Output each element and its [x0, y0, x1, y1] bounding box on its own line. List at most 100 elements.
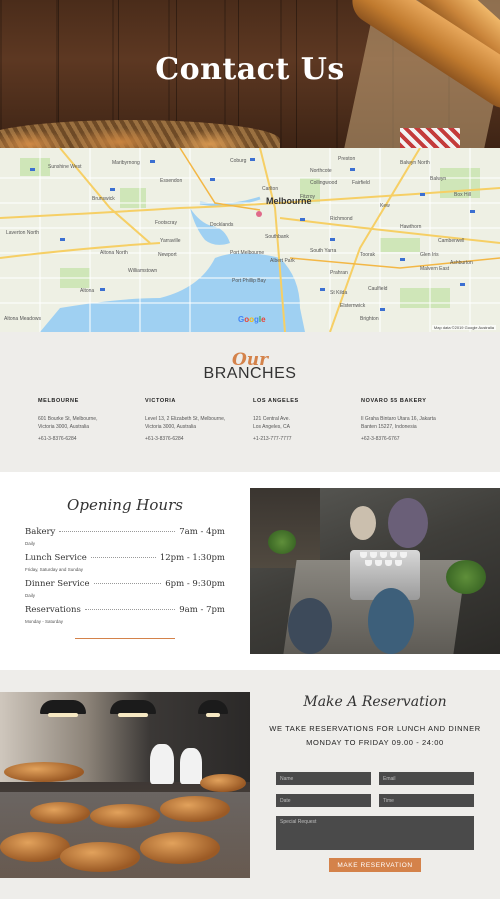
map-label: Richmond — [330, 216, 353, 222]
map-label: Yarraville — [160, 238, 181, 244]
map-label: Docklands — [210, 222, 234, 228]
map-label: Balwyn — [430, 176, 447, 182]
cup — [365, 560, 372, 566]
map-label: Glen Iris — [420, 252, 439, 258]
branch-address: Il Graha Bintaro Utara 16, Jakarta Banten… — [361, 416, 436, 430]
hours-row: Bakery 7am - 4pm Daily — [25, 527, 225, 546]
pendant-lamp — [110, 700, 156, 717]
name-input[interactable] — [276, 772, 371, 785]
plant — [446, 560, 486, 594]
branch-phone[interactable]: +62-3-8376-6767 — [361, 436, 400, 442]
date-input[interactable] — [276, 794, 371, 807]
email-input[interactable] — [379, 772, 474, 785]
hours-row: Lunch Service 12pm - 1:30pm Friday, Satur… — [25, 553, 225, 572]
map-label: Williamstown — [128, 268, 158, 274]
map-label: Laverton North — [6, 230, 40, 236]
branch-address: 601 Bourke St, Melbourne, Victoria 3000, … — [38, 416, 98, 430]
customer — [368, 588, 414, 654]
map-label: Altona North — [100, 250, 128, 256]
branch-los-angeles: LOS ANGELES 121 Central Ave. Los Angeles,… — [253, 398, 363, 442]
map-label: Northcote — [310, 168, 332, 174]
special-request-input[interactable] — [276, 816, 474, 850]
map-label: Caulfield — [368, 286, 388, 292]
hours-note: Daily — [25, 593, 36, 598]
barista — [350, 506, 376, 540]
map-label: Toorak — [360, 252, 376, 258]
cup — [380, 552, 387, 558]
map-label: Port Phillip Bay — [232, 278, 266, 284]
hours-note: Monday - Saturday — [25, 619, 64, 624]
branch-name: NOVARO 55 BAKERY — [361, 398, 427, 404]
branches-heading: BRANCHES — [203, 365, 297, 382]
map-label: Coburg — [230, 158, 247, 164]
hero-banner: Contact Us — [0, 0, 500, 148]
map-label: Box Hill — [454, 192, 471, 198]
cup — [385, 560, 392, 566]
hours-label: Lunch Service — [25, 553, 87, 563]
map-label: Maribyrnong — [112, 160, 140, 166]
cup — [360, 552, 367, 558]
make-reservation-button[interactable]: MAKE RESERVATION — [329, 858, 421, 872]
map-label: Brighton — [360, 316, 379, 322]
bread-display — [60, 842, 140, 872]
branch-victoria: VICTORIA Level 13, 2 Elizabeth St, Melbo… — [145, 398, 255, 442]
branch-phone[interactable]: +61-3-8376-6284 — [38, 436, 77, 442]
time-input[interactable] — [379, 794, 474, 807]
location-map[interactable]: Sunshine West Maribyrnong Brunswick Nort… — [0, 148, 500, 332]
map-label: Essendon — [160, 178, 183, 184]
customer — [288, 598, 332, 654]
reservation-title: Make A Reservation — [303, 694, 447, 710]
hours-row: Dinner Service 6pm - 9:30pm Daily — [25, 579, 225, 598]
checkered-cloth — [400, 128, 460, 148]
baker — [180, 748, 202, 784]
hours-time: 7am - 4pm — [179, 527, 225, 537]
cup — [390, 552, 397, 558]
opening-hours-title: Opening Hours — [67, 496, 183, 514]
map-label: Collingwood — [310, 180, 338, 186]
branch-phone[interactable]: +61-3-8376-6284 — [145, 436, 184, 442]
branch-name: MELBOURNE — [38, 398, 79, 404]
hours-label: Reservations — [25, 605, 81, 615]
section-background — [0, 670, 250, 692]
map-label: Kew — [380, 203, 390, 209]
map-label: Altona — [80, 288, 95, 294]
map-label: Malvern East — [420, 266, 450, 272]
map-label: Camberwell — [438, 238, 465, 244]
hours-row: Reservations 9am - 7pm Monday - Saturday — [25, 605, 225, 624]
bread-display — [140, 832, 220, 864]
map-label: Altona Meadows — [4, 316, 41, 322]
map-label: Ashburton — [450, 260, 473, 266]
plant — [268, 530, 296, 554]
bread-rolls — [0, 126, 260, 148]
branch-address: 121 Central Ave. Los Angeles, CA — [253, 416, 290, 430]
pendant-lamp — [40, 700, 86, 717]
map-label: Fairfield — [352, 180, 370, 186]
hours-time: 12pm - 1:30pm — [159, 553, 225, 563]
map-label: St Kilda — [330, 290, 348, 296]
branch-name: VICTORIA — [145, 398, 176, 404]
bread-display — [160, 796, 230, 822]
branch-address: Level 13, 2 Elizabeth St, Melbourne, Vict… — [145, 416, 226, 430]
barista — [388, 498, 428, 548]
map-label: Carlton — [262, 186, 279, 192]
baker — [150, 744, 174, 784]
page-title: Contact Us — [155, 52, 345, 87]
google-logo: Google — [238, 315, 266, 324]
map-canvas[interactable] — [0, 148, 500, 332]
cup — [375, 560, 382, 566]
branch-novaro-55-bakery: NOVARO 55 BAKERY Il Graha Bintaro Utara … — [361, 398, 471, 442]
map-label: Sunshine West — [48, 164, 82, 170]
bread-display — [90, 804, 160, 828]
reservation-hours: MONDAY TO FRIDAY 09.00 - 24:00 — [306, 738, 444, 747]
map-city-label: Melbourne — [266, 196, 312, 206]
cup — [370, 552, 377, 558]
map-label: Prahran — [330, 270, 348, 276]
cafe-photo — [250, 488, 500, 654]
hours-label: Dinner Service — [25, 579, 90, 589]
map-label: Hawthorn — [400, 224, 422, 230]
page-footer-strip — [0, 878, 500, 899]
cup — [395, 560, 402, 566]
branch-phone[interactable]: +1-213-777-7777 — [253, 436, 292, 442]
map-attribution[interactable]: Map data ©2019 Google Australia — [431, 325, 496, 330]
bread-display — [200, 774, 246, 792]
